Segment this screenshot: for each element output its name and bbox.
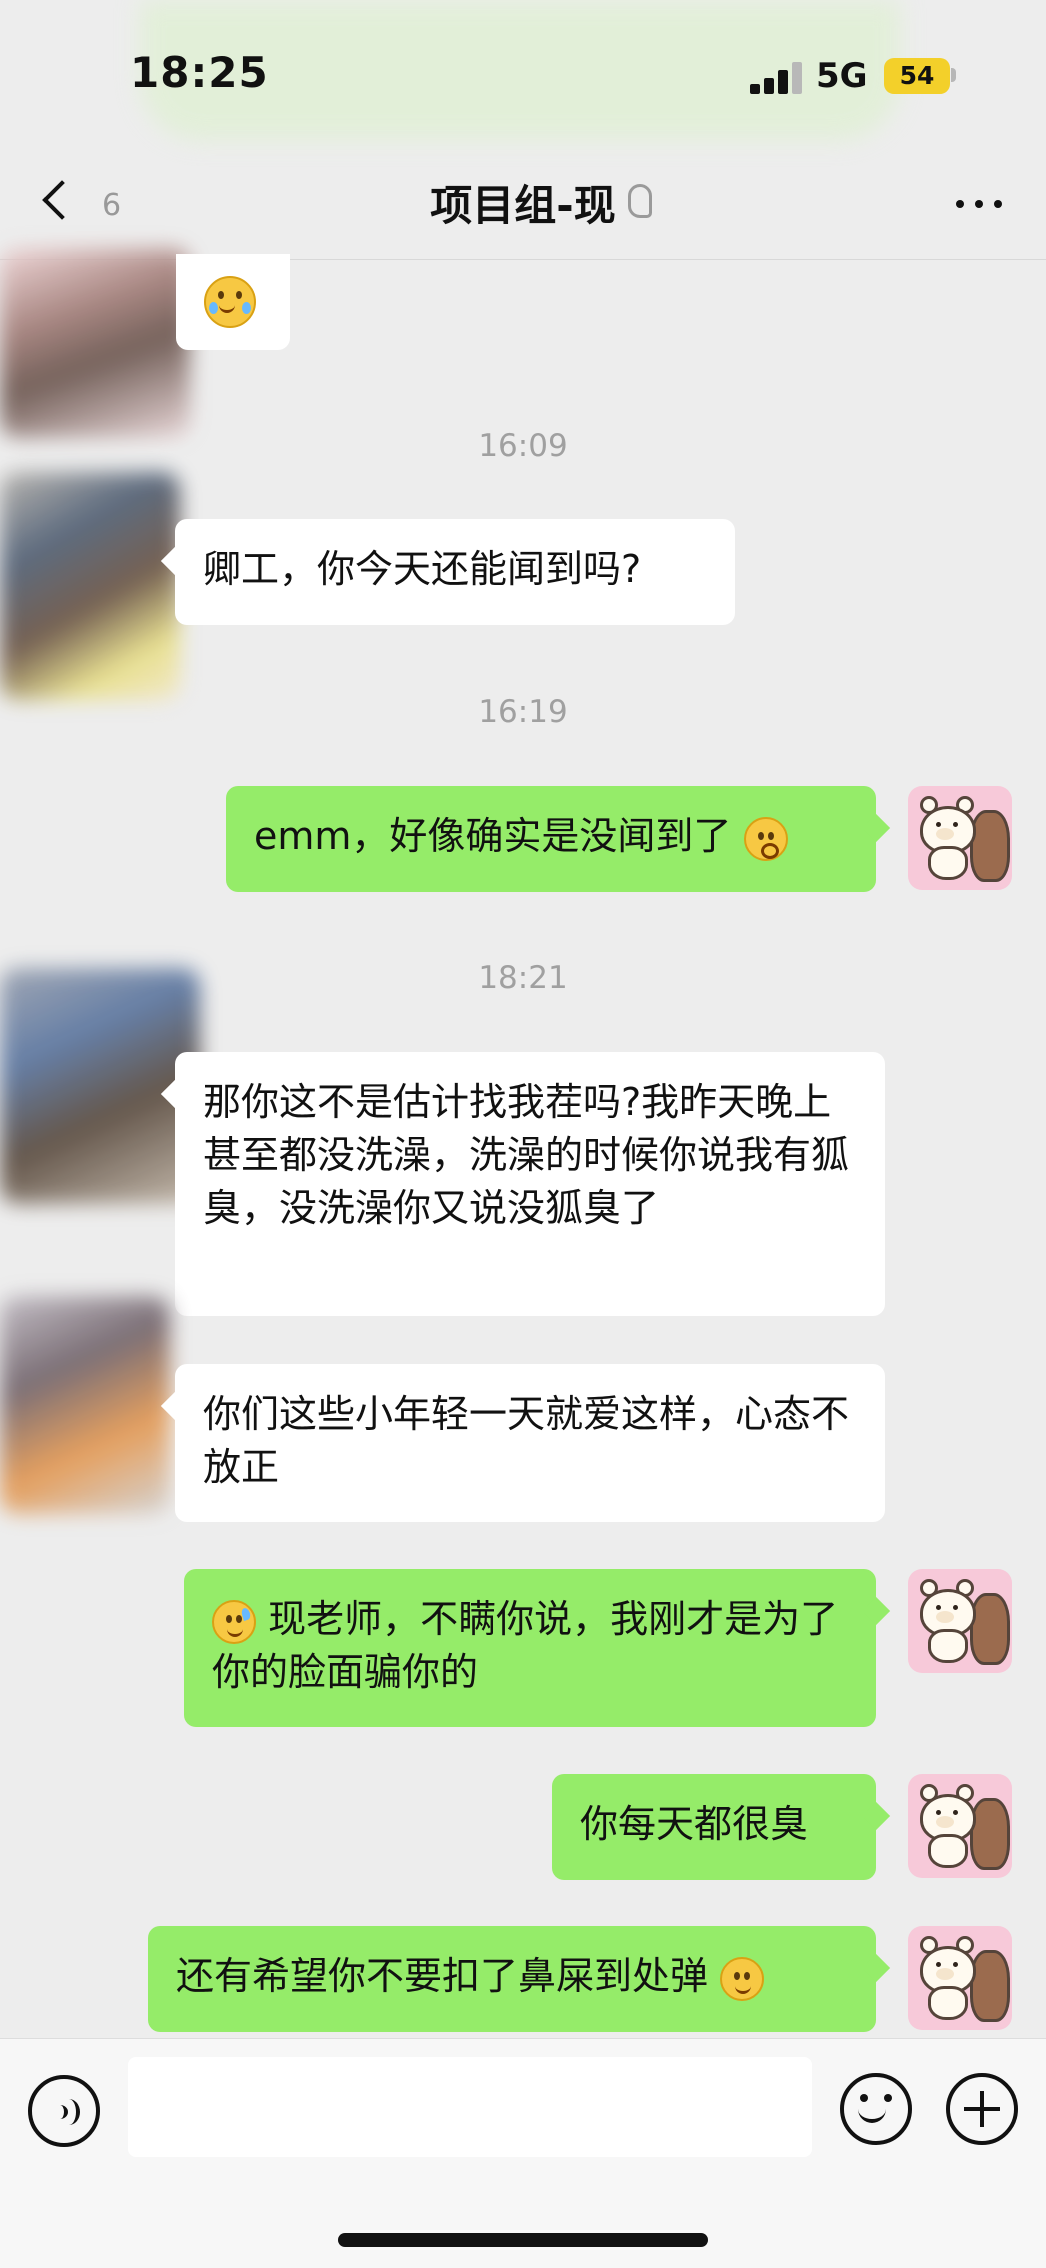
- emoji-eye: [236, 1614, 242, 1623]
- laugh-cry-emoji: [204, 276, 256, 328]
- status-time: 18:25: [130, 48, 269, 97]
- more-button[interactable]: [944, 174, 1014, 234]
- message-text: 那你这不是估计找我茬吗?我昨天晚上甚至都没洗澡，洗澡的时候你说我有狐臭，没洗澡你…: [203, 1080, 850, 1230]
- emoji-eye: [757, 831, 764, 840]
- emoji-button[interactable]: [840, 2073, 912, 2145]
- bear-eye-icon: [953, 1605, 958, 1610]
- bear-face-icon: [936, 1816, 954, 1828]
- emoji-message-bubble[interactable]: [176, 254, 290, 350]
- incoming-message-bubble[interactable]: 卿工，你今天还能闻到吗?: [175, 519, 735, 625]
- bear-face-icon: [936, 1611, 954, 1623]
- voice-input-button[interactable]: [28, 2075, 100, 2147]
- incoming-message-bubble[interactable]: 那你这不是估计找我茬吗?我昨天晚上甚至都没洗澡，洗澡的时候你说我有狐臭，没洗澡你…: [175, 1052, 885, 1316]
- message-text: 卿工，你今天还能闻到吗?: [203, 547, 642, 591]
- time-divider: 16:19: [478, 694, 568, 730]
- emoji-eye: [218, 291, 224, 299]
- message-text: 你每天都很臭: [580, 1802, 809, 1846]
- self-avatar[interactable]: [908, 786, 1012, 890]
- bear-body-icon: [928, 846, 968, 880]
- emoji-mouth: [219, 301, 235, 313]
- emoji-sweat-drop: [240, 1606, 252, 1621]
- emoji-icon: [844, 2077, 908, 2141]
- mute-icon: [628, 184, 652, 218]
- time-divider: 16:09: [478, 428, 568, 464]
- bear-body-icon: [928, 1986, 968, 2020]
- outgoing-message-bubble[interactable]: 你每天都很臭: [552, 1774, 876, 1880]
- brown-bear-icon: [970, 1798, 1010, 1870]
- message-text: 现老师，不瞒你说，我刚才是为了你的脸面骗你的: [212, 1597, 839, 1694]
- bear-eye-icon: [936, 1810, 941, 1815]
- self-avatar[interactable]: [908, 1569, 1012, 1673]
- plus-icon: [950, 2077, 1014, 2141]
- bear-face-icon: [936, 1968, 954, 1980]
- status-bar: 18:25 5G 54: [0, 0, 1046, 150]
- chat-screen: 18:25 5G 54 6 项目组-现 16:09 卿工，你今天还能闻到吗? 1…: [0, 0, 1046, 2268]
- voice-icon: [52, 2097, 82, 2127]
- message-text: 还有希望你不要扣了鼻屎到处弹: [176, 1954, 709, 1998]
- emoji-mouth: [227, 1625, 243, 1637]
- self-avatar[interactable]: [908, 1774, 1012, 1878]
- sender-avatar[interactable]: [0, 248, 190, 438]
- chat-title: 项目组-现: [430, 181, 616, 230]
- network-label: 5G: [816, 56, 868, 96]
- battery-level: 54: [899, 61, 935, 90]
- chat-header: 6 项目组-现: [0, 150, 1046, 260]
- emoji-eye: [744, 1971, 751, 1980]
- signal-bar: [750, 84, 760, 94]
- emoji-mouth: [858, 2101, 886, 2123]
- bear-eye-icon: [953, 1962, 958, 1967]
- outgoing-message-bubble[interactable]: 还有希望你不要扣了鼻屎到处弹: [148, 1926, 876, 2032]
- emoji-mouth: [760, 842, 779, 859]
- emoji-tear: [209, 302, 218, 314]
- bear-eye-icon: [936, 822, 941, 827]
- emoji-eye: [226, 1614, 232, 1623]
- bear-eye-icon: [936, 1605, 941, 1610]
- bear-eye-icon: [953, 822, 958, 827]
- bear-eye-icon: [953, 1810, 958, 1815]
- outgoing-message-bubble[interactable]: emm，好像确实是没闻到了: [226, 786, 876, 892]
- outgoing-message-bubble[interactable]: 现老师，不瞒你说，我刚才是为了你的脸面骗你的: [184, 1569, 876, 1727]
- message-text: 你们这些小年轻一天就爱这样，心态不放正: [203, 1392, 850, 1489]
- signal-bar: [764, 78, 774, 94]
- bear-face-icon: [936, 828, 954, 840]
- sender-avatar[interactable]: [0, 472, 180, 700]
- bear-eye-icon: [936, 1962, 941, 1967]
- signal-bar: [778, 70, 788, 94]
- home-indicator[interactable]: [338, 2233, 708, 2247]
- brown-bear-icon: [970, 810, 1010, 882]
- bear-body-icon: [928, 1834, 968, 1868]
- brown-bear-icon: [970, 1593, 1010, 1665]
- smile-emoji: [720, 1956, 765, 2001]
- emoji-eye: [236, 291, 242, 299]
- emoji-mouth: [735, 1982, 752, 1994]
- bear-body-icon: [928, 1629, 968, 1663]
- shock-face-emoji: [743, 816, 788, 861]
- signal-strength-icon: [750, 60, 804, 94]
- message-text: emm，好像确实是没闻到了: [254, 814, 732, 858]
- self-avatar[interactable]: [908, 1926, 1012, 2030]
- battery-tip: [951, 68, 956, 82]
- signal-bar: [792, 62, 802, 94]
- emoji-eye: [734, 1971, 741, 1980]
- more-dot-icon: [975, 200, 983, 208]
- more-actions-button[interactable]: [946, 2073, 1018, 2145]
- battery-icon: 54: [884, 58, 950, 94]
- incoming-message-bubble[interactable]: 你们这些小年轻一天就爱这样，心态不放正: [175, 1364, 885, 1522]
- sender-avatar[interactable]: [0, 1296, 170, 1514]
- emoji-tear: [242, 302, 251, 314]
- message-list: 16:09 卿工，你今天还能闻到吗? 16:19 emm，好像确实是没闻到了 1…: [0, 248, 1046, 2038]
- message-input[interactable]: [128, 2057, 812, 2157]
- brown-bear-icon: [970, 1950, 1010, 2022]
- sweat-smile-emoji: [212, 1599, 256, 1644]
- more-dot-icon: [956, 200, 964, 208]
- emoji-eye: [767, 831, 774, 840]
- more-dot-icon: [994, 200, 1002, 208]
